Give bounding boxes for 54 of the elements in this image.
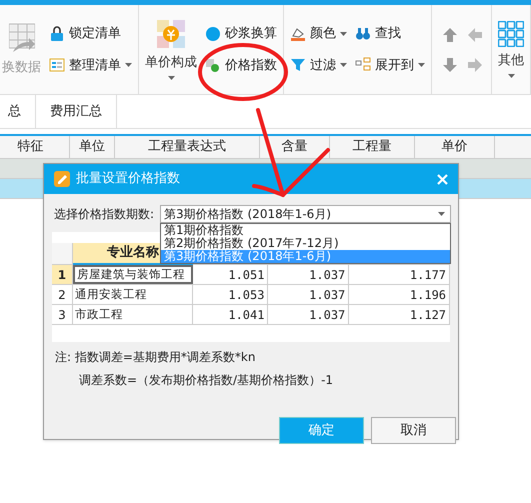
table-icon xyxy=(8,22,34,54)
filter-icon xyxy=(290,57,306,74)
ribbon-button[interactable]: 整理清单 xyxy=(49,56,132,75)
cancel-button[interactable]: 取消 xyxy=(371,417,456,444)
ribbon-button[interactable]: 其他 xyxy=(498,20,524,78)
row-number: 3 xyxy=(52,305,73,324)
table-cell: 通用安装工程 xyxy=(72,285,193,304)
table-cell: 市政工程 xyxy=(72,305,193,324)
column-header: 含量 xyxy=(260,136,330,158)
ribbon-button[interactable]: 单价构成 xyxy=(145,18,197,80)
coin-icon xyxy=(205,26,221,42)
column-header: 工程量表达式 xyxy=(115,136,260,158)
right-arrow-icon[interactable] xyxy=(466,56,482,72)
list-icon xyxy=(49,57,65,74)
table-cell: 房屋建筑与装饰工程 xyxy=(72,265,193,284)
table-cell: 1.037 xyxy=(268,305,350,324)
period-label: 选择价格指数期数: xyxy=(54,206,154,223)
ribbon-button[interactable]: 查找 xyxy=(355,24,425,44)
ribbon-button[interactable]: 过滤 xyxy=(290,56,347,75)
period-dropdown[interactable]: 第3期价格指数 (2018年1-6月) xyxy=(160,205,452,223)
column-header: 单位 xyxy=(70,136,115,158)
ribbon-button[interactable]: 砂浆换算 xyxy=(205,24,277,44)
lock-icon xyxy=(49,26,65,42)
left-arrow-icon[interactable] xyxy=(466,26,482,42)
table-cell: 1.196 xyxy=(349,285,450,304)
column-header: 特征 xyxy=(0,136,70,158)
table-cell: 1.041 xyxy=(192,305,268,324)
yuan-coin-icon xyxy=(156,18,186,49)
column-header: 工程量 xyxy=(330,136,415,158)
dropdown-option[interactable]: 第1期价格指数 xyxy=(161,224,450,237)
ribbon-button[interactable]: 颜色 xyxy=(290,24,347,44)
note-text: 调差系数=（发布期价格指数/基期价格指数）-1 xyxy=(78,372,334,389)
row-number: 1 xyxy=(52,265,73,284)
ribbon-button[interactable]: 锁定清单 xyxy=(49,24,132,44)
grid-icon xyxy=(498,20,524,47)
close-button[interactable] xyxy=(437,174,448,184)
table-cell: 1.177 xyxy=(349,265,450,284)
binoculars-icon xyxy=(355,26,371,42)
table-cell: 1.051 xyxy=(192,265,268,284)
dialog-title: 批量设置价格指数 xyxy=(76,170,180,188)
caret-icon xyxy=(438,212,446,216)
ribbon-button[interactable]: 展开到 xyxy=(355,56,425,75)
table-cell: 1.127 xyxy=(349,305,450,324)
table-cell: 1.053 xyxy=(192,285,268,304)
app-icon xyxy=(54,171,70,187)
table-cell: 1.037 xyxy=(268,265,350,284)
table-cell: 1.037 xyxy=(268,285,350,304)
up-arrow-icon[interactable] xyxy=(442,26,458,42)
row-number: 2 xyxy=(52,285,73,304)
note-text: 注: 指数调差=基期费用*调差系数*kn xyxy=(55,349,256,366)
down-arrow-icon[interactable] xyxy=(442,56,458,72)
column-header: 单价 xyxy=(415,136,495,158)
close-icon xyxy=(437,174,448,184)
ribbon-button[interactable]: 价格指数 xyxy=(205,56,277,75)
